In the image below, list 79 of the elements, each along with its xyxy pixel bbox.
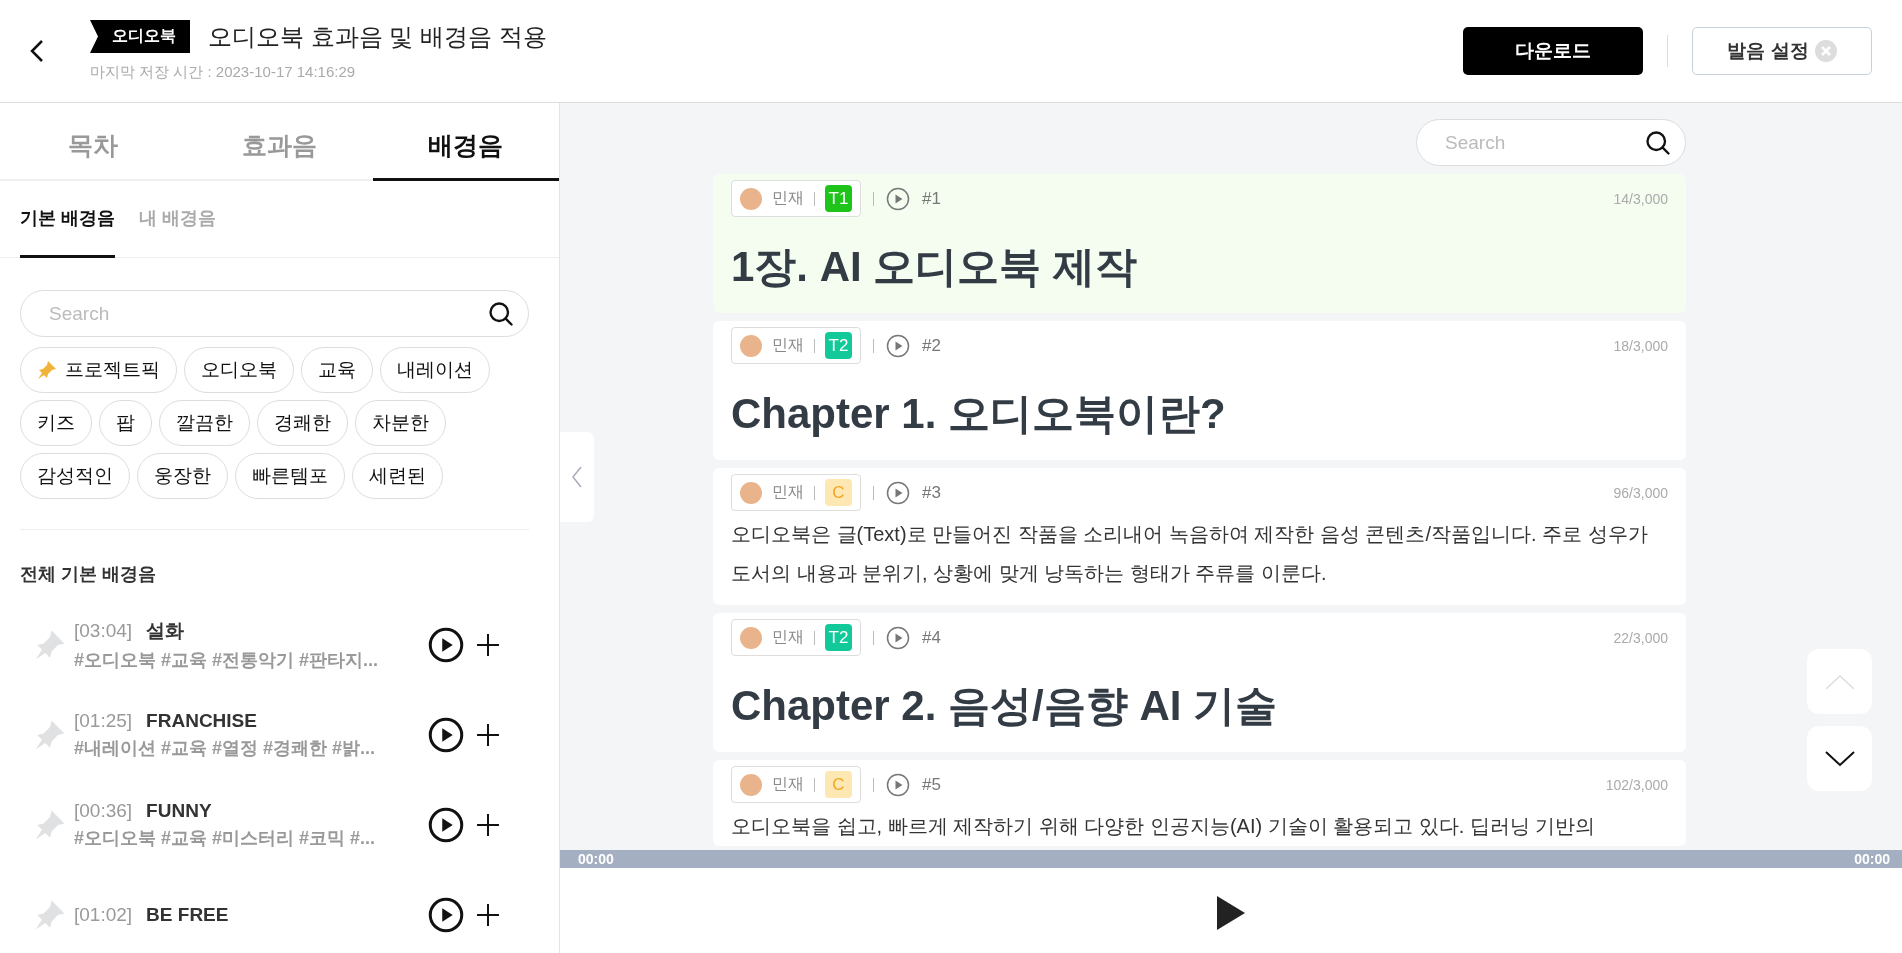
track-duration: [03:04]	[74, 620, 133, 642]
track-tags: #오디오북 #교육 #미스터리 #코믹 #...	[74, 826, 414, 850]
filter-chip[interactable]: 내레이션	[380, 347, 490, 393]
script-block[interactable]: 민재 T1 #1 14/3,000 1장. AI 오디오북 제작	[713, 174, 1686, 313]
play-icon[interactable]	[428, 627, 464, 663]
filter-chip[interactable]: 빠른템포	[235, 453, 345, 499]
track-title: 설화	[146, 619, 185, 643]
search-icon[interactable]	[1644, 129, 1672, 157]
block-number: #1	[922, 188, 941, 209]
avatar-icon	[740, 626, 762, 649]
play-icon[interactable]	[428, 897, 464, 933]
add-icon[interactable]	[476, 723, 500, 747]
block-number: #2	[922, 335, 941, 356]
filter-chip[interactable]: 팝	[99, 400, 152, 446]
character-count: 14/3,000	[1613, 190, 1668, 207]
track-title: FRANCHISE	[146, 710, 257, 732]
avatar-icon	[740, 187, 762, 210]
track-tags: #오디오북 #교육 #전통악기 #판타지...	[74, 648, 414, 672]
saved-time: 마지막 저장 시간 : 2023-10-17 14:16:29	[90, 63, 357, 82]
track-duration: [00:36]	[74, 800, 133, 822]
filter-chip[interactable]: 차분한	[355, 400, 446, 446]
avatar-icon	[740, 481, 762, 504]
avatar-icon	[740, 334, 762, 357]
pin-icon	[37, 360, 57, 380]
project-title: 오디오북 효과음 및 배경음 적용	[208, 21, 547, 52]
download-button[interactable]: 다운로드	[1463, 27, 1643, 75]
subtab[interactable]: 기본 배경음	[20, 181, 115, 258]
heading-text[interactable]: 1장. AI 오디오북 제작	[731, 239, 1668, 295]
pronunciation-button[interactable]: 발음 설정	[1692, 27, 1872, 75]
add-icon[interactable]	[476, 903, 500, 927]
track-title: FUNNY	[146, 800, 212, 822]
script-block[interactable]: 민재 C #3 96/3,000 오디오북은 글(Text)로 만들어진 작품을 소리내어 녹음하여 제작한 음성 콘텐츠/작품입니다. 주로 성우가 도서의 내용과 분위기, 상황에 맞게 낭독하는 형태가 주류를 이룬다.	[713, 468, 1686, 605]
play-icon[interactable]	[428, 807, 464, 843]
block-number: #4	[922, 627, 941, 648]
heading-text[interactable]: Chapter 2. 음성/음향 AI 기술	[731, 678, 1668, 734]
filter-chip[interactable]: 키즈	[20, 400, 92, 446]
speaker-selector[interactable]: 민재 C	[731, 474, 861, 511]
track-duration: [01:02]	[74, 904, 133, 926]
add-icon[interactable]	[476, 633, 500, 657]
avatar-icon	[740, 773, 762, 796]
scroll-down-button[interactable]	[1807, 726, 1872, 791]
paragraph-text[interactable]: 오디오북은 글(Text)로 만들어진 작품을 소리내어 녹음하여 제작한 음성 콘텐츠/작품입니다. 주로 성우가 도서의 내용과 분위기, 상황에 맞게 낭독하는 형태가 주류를 이룬다.	[731, 515, 1668, 593]
filter-chip[interactable]: 세련된	[352, 453, 443, 499]
heading-text[interactable]: Chapter 1. 오디오북이란?	[731, 386, 1668, 442]
speaker-selector[interactable]: 민재 T2	[731, 619, 861, 656]
track-duration: [01:25]	[74, 710, 133, 732]
character-count: 96/3,000	[1613, 484, 1668, 501]
play-icon[interactable]	[428, 717, 464, 753]
character-count: 102/3,000	[1605, 776, 1668, 793]
back-icon[interactable]	[30, 39, 44, 63]
filter-chip[interactable]: 교육	[301, 347, 373, 393]
character-count: 18/3,000	[1613, 337, 1668, 354]
script-block[interactable]: 민재 C #5 102/3,000 오디오북을 쉽고, 빠르게 제작하기 위해 다양한 인공지능(AI) 기술이 활용되고 있다. 딥러닝 기반의	[713, 760, 1686, 846]
category-badge: 오디오북	[90, 20, 190, 53]
search-field[interactable]: Search	[20, 290, 529, 337]
paragraph-text[interactable]: 오디오북을 쉽고, 빠르게 제작하기 위해 다양한 인공지능(AI) 기술이 활용되고 있다. 딥러닝 기반의	[731, 807, 1668, 846]
track-title: BE FREE	[146, 904, 229, 926]
chevron-down-icon	[1824, 750, 1855, 767]
speaker-selector[interactable]: 민재 C	[731, 766, 861, 803]
filter-chip[interactable]: 감성적인	[20, 453, 130, 499]
filter-chip[interactable]: 경쾌한	[257, 400, 348, 446]
script-block[interactable]: 민재 T2 #2 18/3,000 Chapter 1. 오디오북이란?	[713, 321, 1686, 460]
script-block[interactable]: 민재 T2 #4 22/3,000 Chapter 2. 음성/음향 AI 기술	[713, 613, 1686, 752]
block-number: #5	[922, 774, 941, 795]
filter-chip[interactable]: 프로젝트픽	[20, 347, 177, 393]
chevron-up-icon	[1824, 673, 1855, 690]
track-tags: #내레이션 #교육 #열정 #경쾌한 #밝...	[74, 736, 414, 760]
character-count: 22/3,000	[1613, 629, 1668, 646]
filter-chip[interactable]: 오디오북	[184, 347, 294, 393]
search-icon[interactable]	[487, 300, 515, 328]
section-title: 전체 기본 배경음	[20, 563, 157, 586]
chevron-left-icon	[571, 466, 583, 488]
filter-chip[interactable]: 웅장한	[137, 453, 228, 499]
speaker-selector[interactable]: 민재 T1	[731, 180, 861, 217]
filter-chip[interactable]: 깔끔한	[159, 400, 250, 446]
search-field[interactable]: Search	[1416, 119, 1686, 166]
block-number: #3	[922, 482, 941, 503]
speaker-selector[interactable]: 민재 T2	[731, 327, 861, 364]
add-icon[interactable]	[476, 813, 500, 837]
